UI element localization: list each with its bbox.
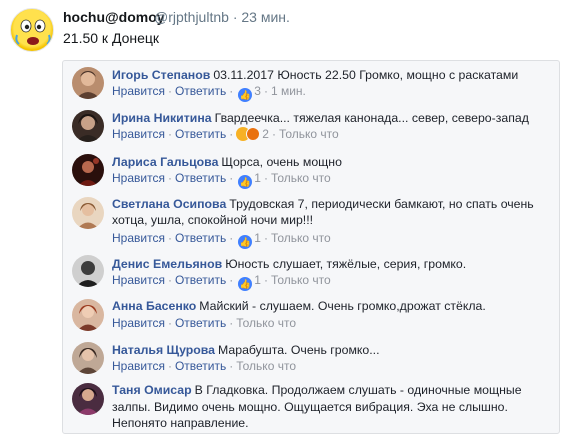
- like-link[interactable]: Нравится: [112, 127, 165, 141]
- comment-actions: Нравится · Ответить · Только что: [112, 316, 296, 330]
- like-reaction-icon[interactable]: 👍: [238, 175, 253, 189]
- comment-body: Таня Омисар В Гладковка. Продолжаем слуша…: [112, 382, 553, 432]
- comment-text: Марабушта. Очень громко...: [218, 343, 380, 357]
- tweet-time[interactable]: 23 мин.: [241, 9, 290, 25]
- comment-time[interactable]: Только что: [271, 171, 331, 185]
- comment-body: Наталья Щурова Марабушта. Очень громко...: [112, 342, 553, 358]
- reply-link[interactable]: Ответить: [175, 171, 226, 185]
- reply-link[interactable]: Ответить: [175, 273, 226, 287]
- comment-author[interactable]: Анна Басенко: [112, 299, 196, 313]
- like-link[interactable]: Нравится: [112, 316, 165, 330]
- reply-link[interactable]: Ответить: [175, 316, 226, 330]
- commenter-avatar[interactable]: [72, 197, 104, 229]
- like-link[interactable]: Нравится: [112, 359, 165, 373]
- like-reaction-icon[interactable]: 👍: [238, 235, 253, 249]
- like-link[interactable]: Нравится: [112, 273, 165, 287]
- comment-text: Гвардеечка... тяжелая канонада... север,…: [214, 111, 529, 125]
- facebook-comments-screenshot: Игорь Степанов 03.11.2017 Юность 22.50 Гр…: [62, 60, 560, 434]
- like-reaction-icon[interactable]: 👍: [238, 88, 253, 102]
- handle-and-time: @rjpthjultnb · 23 мин.: [154, 9, 290, 25]
- comment-actions: Нравится · Ответить · 👍 1 · Только что: [112, 231, 331, 249]
- display-name[interactable]: hochu@domoy: [63, 9, 165, 25]
- comment-body: Игорь Степанов 03.11.2017 Юность 22.50 Гр…: [112, 67, 553, 83]
- separator: ·: [232, 9, 238, 25]
- reaction-count[interactable]: 3: [254, 84, 261, 98]
- comment-text: Щорса, очень мощно: [221, 155, 342, 169]
- comment-actions: Нравится · Ответить · 👍 1 · Только что: [112, 171, 331, 189]
- comment-author[interactable]: Лариса Гальцова: [112, 155, 218, 169]
- comment-time[interactable]: Только что: [271, 273, 331, 287]
- comment-body: Светлана Осипова Трудовская 7, периодичес…: [112, 196, 553, 228]
- comment-time[interactable]: Только что: [271, 231, 331, 245]
- comment-body: Денис Емельянов Юность слушает, тяжёлые, …: [112, 256, 553, 272]
- commenter-avatar[interactable]: [72, 299, 104, 331]
- comment-author[interactable]: Светлана Осипова: [112, 197, 226, 211]
- reply-link[interactable]: Ответить: [175, 359, 226, 373]
- like-link[interactable]: Нравится: [112, 171, 165, 185]
- emoji-face-icon: [15, 19, 51, 45]
- commenter-avatar[interactable]: [72, 255, 104, 287]
- comment-body: Лариса Гальцова Щорса, очень мощно: [112, 154, 553, 170]
- comment-time[interactable]: Только что: [236, 316, 296, 330]
- like-link[interactable]: Нравится: [112, 84, 165, 98]
- reaction-count[interactable]: 2: [262, 127, 269, 141]
- comment-author[interactable]: Таня Омисар: [112, 383, 192, 397]
- tweet-header: hochu@domoy @rjpthjultnb · 23 мин. 21.50…: [0, 0, 572, 60]
- commenter-avatar[interactable]: [72, 67, 104, 99]
- comment-time[interactable]: Только что: [236, 359, 296, 373]
- reply-link[interactable]: Ответить: [175, 127, 226, 141]
- comment-text: Майский - слушаем. Очень громко,дрожат с…: [199, 299, 486, 313]
- comment-text: Юность слушает, тяжёлые, серия, громко.: [225, 257, 467, 271]
- user-avatar[interactable]: [10, 8, 54, 52]
- reply-link[interactable]: Ответить: [175, 231, 226, 245]
- like-reaction-icon[interactable]: 👍: [238, 277, 253, 291]
- commenter-avatar[interactable]: [72, 154, 104, 186]
- comment-author[interactable]: Ирина Никитина: [112, 111, 212, 125]
- comment-time[interactable]: Только что: [279, 127, 339, 141]
- comment-time[interactable]: 1 мин.: [271, 84, 306, 98]
- comment-body: Ирина Никитина Гвардеечка... тяжелая кано…: [112, 110, 553, 126]
- comment-actions: Нравится · Ответить · 👍 3 · 1 мин.: [112, 84, 306, 102]
- reply-link[interactable]: Ответить: [175, 84, 226, 98]
- comment-text: 03.11.2017 Юность 22.50 Громко, мощно с …: [213, 68, 519, 82]
- comment-actions: Нравится · Ответить · 👍 1 · Только что: [112, 273, 331, 291]
- comment-actions: Нравится · Ответить · Только что: [112, 359, 296, 373]
- like-link[interactable]: Нравится: [112, 231, 165, 245]
- comment-author[interactable]: Наталья Щурова: [112, 343, 215, 357]
- commenter-avatar[interactable]: [72, 383, 104, 415]
- reaction-count[interactable]: 1: [254, 231, 261, 245]
- angry-reaction-icon[interactable]: [246, 127, 261, 141]
- comment-author[interactable]: Денис Емельянов: [112, 257, 222, 271]
- comment-actions: Нравится · Ответить · 2 · Только что: [112, 127, 339, 141]
- commenter-avatar[interactable]: [72, 342, 104, 374]
- comment-body: Анна Басенко Майский - слушаем. Очень гро…: [112, 298, 553, 314]
- reaction-count[interactable]: 1: [254, 171, 261, 185]
- user-handle[interactable]: @rjpthjultnb: [154, 9, 229, 25]
- reaction-count[interactable]: 1: [254, 273, 261, 287]
- tweet-text: 21.50 к Донецк: [63, 30, 160, 46]
- commenter-avatar[interactable]: [72, 110, 104, 142]
- comment-author[interactable]: Игорь Степанов: [112, 68, 210, 82]
